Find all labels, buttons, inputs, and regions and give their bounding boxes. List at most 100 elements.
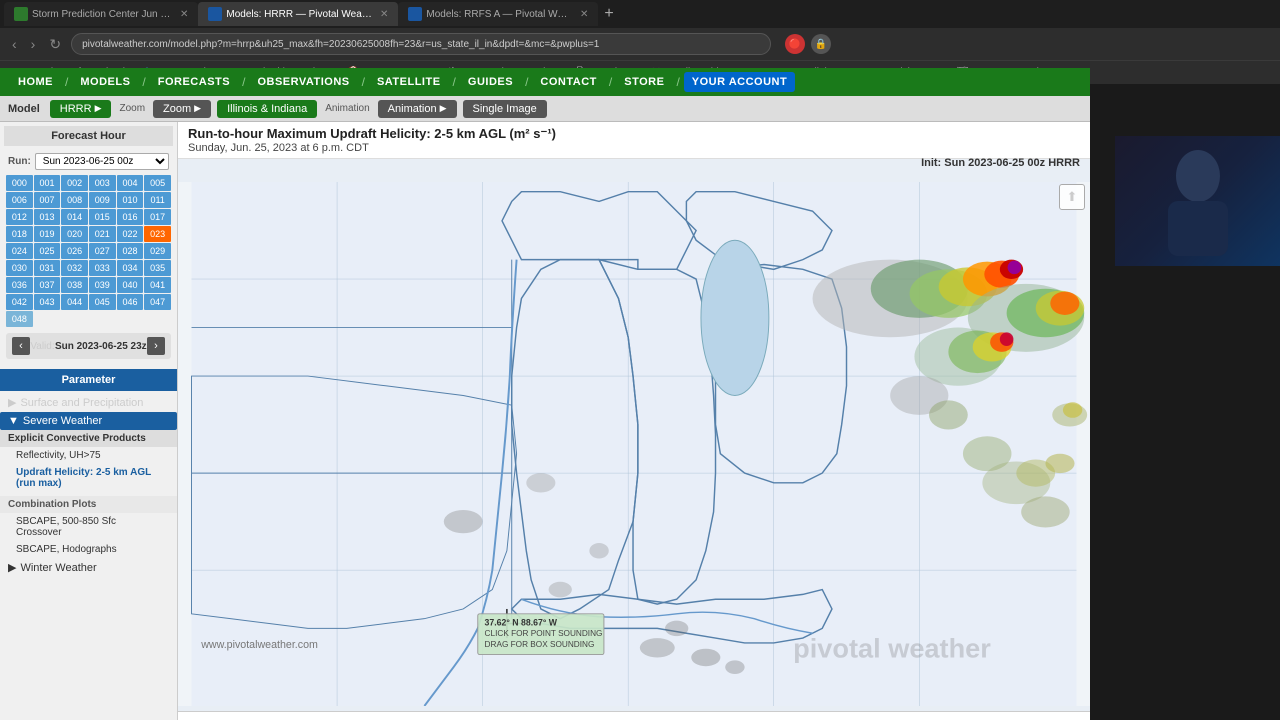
nav-sep-2: /: [140, 75, 147, 89]
tab-close-hrrr[interactable]: ✕: [380, 9, 388, 20]
svg-text:CLICK FOR POINT SOUNDING: CLICK FOR POINT SOUNDING: [485, 629, 603, 638]
param-updraft-helicity[interactable]: Updraft Helicity: 2-5 km AGL (run max): [0, 464, 177, 492]
hour-004[interactable]: 004: [117, 175, 144, 191]
hour-034[interactable]: 034: [117, 260, 144, 276]
nav-account[interactable]: Your Account: [684, 72, 795, 92]
param-cat-explicit[interactable]: Explicit Convective Products: [0, 430, 177, 447]
hour-019[interactable]: 019: [34, 226, 61, 242]
model-label: Model: [8, 103, 40, 115]
hour-026[interactable]: 026: [61, 243, 88, 259]
hour-021[interactable]: 021: [89, 226, 116, 242]
hour-036[interactable]: 036: [6, 277, 33, 293]
hour-047[interactable]: 047: [144, 294, 171, 310]
scale-bar: 0 10 20 30 40 50 60 70 80 90 100 110 120…: [178, 711, 1090, 720]
hour-002[interactable]: 002: [61, 175, 88, 191]
hour-005[interactable]: 005: [144, 175, 171, 191]
hour-000[interactable]: 000: [6, 175, 33, 191]
nav-forecasts[interactable]: FORECASTS: [150, 72, 238, 92]
run-select[interactable]: Sun 2023-06-25 00z: [35, 153, 169, 170]
share-button[interactable]: ⬆: [1059, 184, 1085, 210]
hour-035[interactable]: 035: [144, 260, 171, 276]
animation-button[interactable]: Animation ▶: [378, 100, 457, 118]
hour-015[interactable]: 015: [89, 209, 116, 225]
hour-037[interactable]: 037: [34, 277, 61, 293]
hour-013[interactable]: 013: [34, 209, 61, 225]
hour-006[interactable]: 006: [6, 192, 33, 208]
hour-041[interactable]: 041: [144, 277, 171, 293]
hour-030[interactable]: 030: [6, 260, 33, 276]
combo-sbcape-hodo[interactable]: SBCAPE, Hodographs: [0, 541, 177, 558]
hour-025[interactable]: 025: [34, 243, 61, 259]
single-image-button[interactable]: Single Image: [463, 100, 547, 118]
hour-011[interactable]: 011: [144, 192, 171, 208]
extension-icon-dark[interactable]: 🔒: [811, 34, 831, 54]
hour-045[interactable]: 045: [89, 294, 116, 310]
hour-022[interactable]: 022: [117, 226, 144, 242]
hour-014[interactable]: 014: [61, 209, 88, 225]
nav-store[interactable]: STORE: [616, 72, 672, 92]
hour-024[interactable]: 024: [6, 243, 33, 259]
tab-favicon-spc: [14, 7, 28, 21]
hour-029[interactable]: 029: [144, 243, 171, 259]
nav-home[interactable]: HOME: [10, 72, 61, 92]
hour-009[interactable]: 009: [89, 192, 116, 208]
hour-027[interactable]: 027: [89, 243, 116, 259]
region-button[interactable]: Illinois & Indiana: [217, 100, 317, 118]
hour-017[interactable]: 017: [144, 209, 171, 225]
hour-016[interactable]: 016: [117, 209, 144, 225]
combo-sbcape-crossover[interactable]: SBCAPE, 500-850 Sfc Crossover: [0, 513, 177, 541]
nav-guides[interactable]: GUIDES: [460, 72, 521, 92]
nav-contact[interactable]: CONTACT: [532, 72, 604, 92]
nav-observations[interactable]: OBSERVATIONS: [249, 72, 357, 92]
tab-close-rrfs[interactable]: ✕: [580, 9, 588, 20]
hour-007[interactable]: 007: [34, 192, 61, 208]
nav-sep-3: /: [240, 75, 247, 89]
hour-028[interactable]: 028: [117, 243, 144, 259]
forward-button[interactable]: ›: [27, 34, 40, 54]
hour-044[interactable]: 044: [61, 294, 88, 310]
hour-010[interactable]: 010: [117, 192, 144, 208]
surface-expand-icon: ▶: [8, 396, 16, 409]
zoom-button[interactable]: Zoom ▶: [153, 100, 211, 118]
left-sidebar: Forecast Hour Run: Sun 2023-06-25 00z 00…: [0, 122, 178, 720]
reload-button[interactable]: ↻: [45, 34, 65, 55]
hour-018[interactable]: 018: [6, 226, 33, 242]
map-canvas[interactable]: www.pivotalweather.com pivotal weather 3…: [178, 182, 1090, 706]
hour-046[interactable]: 046: [117, 294, 144, 310]
param-cat-surface[interactable]: ▶ Surface and Precipitation: [0, 393, 177, 412]
hour-020[interactable]: 020: [61, 226, 88, 242]
hour-048[interactable]: 048: [6, 311, 33, 327]
new-tab-button[interactable]: +: [598, 5, 619, 23]
model-hrrr-button[interactable]: HRRR ▶: [50, 100, 112, 118]
tab-label-rrfs: Models: RRFS A — Pivotal Weather: [426, 9, 572, 20]
tab-close-spc[interactable]: ✕: [180, 9, 188, 20]
hour-038[interactable]: 038: [61, 277, 88, 293]
hour-008[interactable]: 008: [61, 192, 88, 208]
hour-001[interactable]: 001: [34, 175, 61, 191]
address-input[interactable]: pivotalweather.com/model.php?m=hrrp&uh25…: [71, 33, 771, 55]
hour-040[interactable]: 040: [117, 277, 144, 293]
back-button[interactable]: ‹: [8, 34, 21, 54]
valid-prev-button[interactable]: ‹: [12, 337, 30, 355]
extension-icon-red[interactable]: 🔴: [785, 34, 805, 54]
param-cat-severe[interactable]: ▼ Severe Weather: [0, 412, 177, 430]
hour-023[interactable]: 023: [144, 226, 171, 242]
nav-models[interactable]: MODELS: [72, 72, 138, 92]
hour-039[interactable]: 039: [89, 277, 116, 293]
hour-012[interactable]: 012: [6, 209, 33, 225]
browser-tab-rrfs[interactable]: Models: RRFS A — Pivotal Weather ✕: [398, 2, 598, 26]
nav-satellite[interactable]: SATELLITE: [369, 72, 449, 92]
browser-tab-spc[interactable]: Storm Prediction Center Jun 24, 2023 ✕: [4, 2, 198, 26]
hour-033[interactable]: 033: [89, 260, 116, 276]
hour-003[interactable]: 003: [89, 175, 116, 191]
hour-031[interactable]: 031: [34, 260, 61, 276]
hour-032[interactable]: 032: [61, 260, 88, 276]
param-reflectivity[interactable]: Reflectivity, UH>75: [0, 447, 177, 464]
hour-042[interactable]: 042: [6, 294, 33, 310]
param-cat-winter[interactable]: ▶ Winter Weather: [0, 558, 177, 577]
valid-next-button[interactable]: ›: [147, 337, 165, 355]
map-area: Run-to-hour Maximum Updraft Helicity: 2-…: [178, 122, 1090, 720]
parameter-section-header[interactable]: Parameter: [0, 369, 177, 391]
browser-tab-hrrr[interactable]: Models: HRRR — Pivotal Weather ✕: [198, 2, 398, 26]
hour-043[interactable]: 043: [34, 294, 61, 310]
